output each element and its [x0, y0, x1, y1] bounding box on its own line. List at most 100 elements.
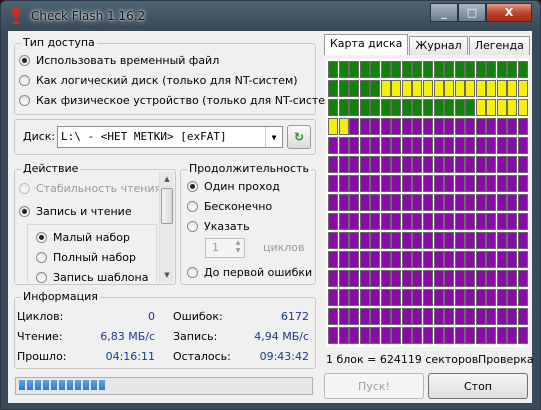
suboption-pattern-write[interactable]: Запись шаблона [36, 271, 148, 284]
map-cell-pending [349, 118, 360, 135]
refresh-button[interactable]: ↻ [287, 125, 311, 149]
radio-icon[interactable] [19, 183, 30, 194]
map-cell-ok [391, 99, 402, 116]
map-cell-pending [475, 232, 486, 249]
duration-option-infinite[interactable]: Бесконечно [187, 200, 272, 213]
chevron-down-icon[interactable]: ▼ [265, 127, 282, 147]
client-area: Тип доступа Использовать временный файл … [8, 31, 534, 403]
disk-select[interactable]: L:\ - <НЕТ МЕТКИ> [exFAT] ▼ [57, 126, 283, 148]
map-cell-pending [507, 270, 518, 287]
map-cell-pending [328, 251, 338, 268]
access-option-temp-file[interactable]: Использовать временный файл [19, 54, 219, 67]
map-cell-ok [338, 99, 349, 116]
scroll-down-icon[interactable]: ▼ [160, 268, 174, 282]
suboption-small-set[interactable]: Малый набор [36, 231, 130, 244]
map-cell-pending [391, 213, 402, 230]
map-cell-pending [391, 327, 402, 344]
map-cell-pending [486, 251, 497, 268]
duration-option-first-error[interactable]: До первой ошибки [187, 266, 312, 279]
map-cell-pending [465, 194, 476, 211]
map-cell-ok [433, 61, 444, 78]
radio-icon[interactable] [19, 55, 30, 66]
title-bar[interactable]: Check Flash 1.16.2 _ □ X [1, 1, 540, 31]
map-cell-pending [507, 213, 518, 230]
tab-disk-map[interactable]: Карта диска [324, 34, 409, 55]
map-cell-pending [370, 213, 381, 230]
map-cell-pending [359, 213, 370, 230]
map-cell-ok [401, 99, 412, 116]
map-cell-pending [349, 251, 360, 268]
map-cell-pending [444, 308, 455, 325]
map-cell-checking [496, 80, 507, 97]
map-cell-ok [444, 61, 455, 78]
map-cell-pending [349, 232, 360, 249]
access-option-logical-disk[interactable]: Как логический диск (только для NT-систе… [19, 74, 298, 87]
map-cell-checking [475, 99, 486, 116]
action-option-read-stability[interactable]: Стабильность чтения [19, 182, 161, 195]
radio-icon[interactable] [187, 201, 198, 212]
map-cell-pending [349, 156, 360, 173]
access-option-physical-device[interactable]: Как физическое устройство (только для NT… [19, 94, 338, 107]
map-cell-ok [370, 99, 381, 116]
map-cell-pending [359, 270, 370, 287]
map-cell-pending [465, 270, 476, 287]
map-cell-pending [401, 118, 412, 135]
map-cell-pending [380, 308, 391, 325]
map-cell-pending [349, 175, 360, 192]
map-cell-ok [349, 80, 360, 97]
radio-icon[interactable] [36, 232, 47, 243]
duration-option-single-pass[interactable]: Один проход [187, 180, 280, 193]
action-option-write-read[interactable]: Запись и чтение [19, 205, 132, 218]
tab-log[interactable]: Журнал [409, 36, 468, 55]
map-cell-pending [454, 251, 465, 268]
map-cell-pending [359, 156, 370, 173]
stepper-arrows-icon[interactable]: ▲ ▼ [233, 239, 243, 255]
minimize-button[interactable]: _ [430, 3, 458, 22]
map-cell-pending [412, 308, 423, 325]
radio-icon[interactable] [36, 272, 47, 283]
map-cell-pending [328, 137, 338, 154]
map-cell-pending [465, 289, 476, 306]
map-cell-pending [380, 270, 391, 287]
start-button[interactable]: Пуск! [324, 373, 424, 399]
radio-icon[interactable] [19, 206, 30, 217]
info-write-speed: Запись: 4,94 МБ/с [173, 330, 309, 343]
radio-icon[interactable] [187, 267, 198, 278]
map-cell-pending [401, 289, 412, 306]
progress-segment [91, 380, 97, 390]
map-cell-pending [380, 118, 391, 135]
radio-icon[interactable] [19, 95, 30, 106]
map-cell-pending [454, 232, 465, 249]
close-button[interactable]: X [486, 3, 532, 22]
radio-icon[interactable] [19, 75, 30, 86]
tab-legend[interactable]: Легенда [468, 36, 530, 55]
map-cell-pending [349, 289, 360, 306]
map-cell-pending [422, 289, 433, 306]
maximize-button[interactable]: □ [458, 3, 486, 22]
refresh-icon: ↻ [293, 130, 305, 144]
map-cell-pending [359, 308, 370, 325]
map-cell-pending [454, 308, 465, 325]
radio-icon[interactable] [36, 252, 47, 263]
map-cell-pending [380, 156, 391, 173]
map-cell-pending [338, 327, 349, 344]
map-cell-pending [444, 289, 455, 306]
info-remaining: Осталось: 09:43:42 [173, 350, 309, 363]
map-cell-pending [475, 270, 486, 287]
duration-option-specify[interactable]: Указать [187, 220, 250, 233]
map-cell-pending [401, 137, 412, 154]
stop-button[interactable]: Стоп [428, 373, 528, 399]
map-cell-ok [496, 61, 507, 78]
suboption-full-set[interactable]: Полный набор [36, 251, 136, 264]
map-cell-pending [496, 232, 507, 249]
scroll-up-icon[interactable]: ▲ [160, 172, 174, 186]
map-cell-pending [507, 118, 518, 135]
radio-icon[interactable] [187, 181, 198, 192]
radio-icon[interactable] [187, 221, 198, 232]
cycles-stepper[interactable]: 1 ▲ ▼ [205, 238, 245, 258]
map-cell-pending [486, 156, 497, 173]
scroll-thumb[interactable] [161, 188, 173, 224]
map-cell-checking [433, 80, 444, 97]
action-scrollbar[interactable]: ▲ ▼ [159, 172, 174, 282]
map-cell-pending [444, 156, 455, 173]
